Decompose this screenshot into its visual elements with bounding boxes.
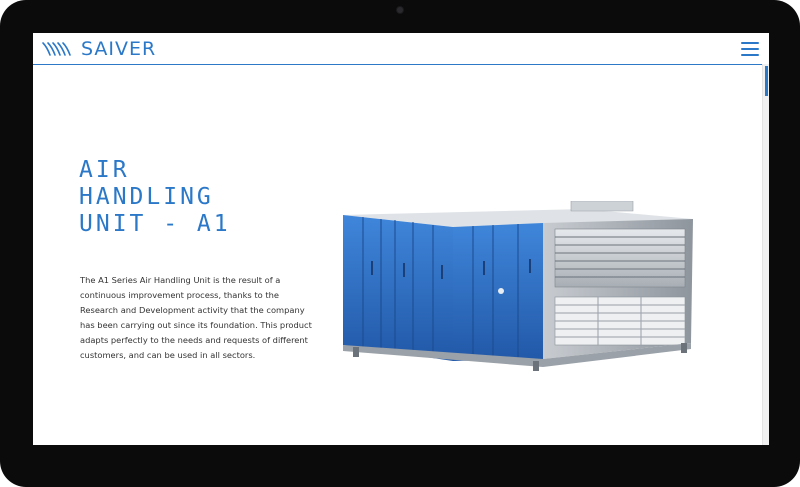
site-header: SAIVER <box>33 33 769 65</box>
product-description: The A1 Series Air Handling Unit is the r… <box>80 275 312 361</box>
scrollbar-track[interactable] <box>762 64 769 445</box>
title-line-2: HANDLING <box>79 184 214 210</box>
air-handling-unit-image <box>343 201 693 371</box>
tablet-frame: SAIVER AIR HANDLING UNIT - A1 The A1 Ser… <box>0 0 800 487</box>
scrollbar-thumb[interactable] <box>765 66 768 96</box>
brand-name: SAIVER <box>81 38 157 60</box>
title-line-3: UNIT - A1 <box>79 211 231 237</box>
screen: SAIVER AIR HANDLING UNIT - A1 The A1 Ser… <box>33 33 769 445</box>
logo[interactable]: SAIVER <box>41 38 156 60</box>
title-line-1: AIR <box>79 157 130 183</box>
page-title: AIR HANDLING UNIT - A1 <box>79 157 279 238</box>
hamburger-menu-icon[interactable] <box>741 42 759 56</box>
camera-icon <box>397 7 403 13</box>
saiver-logo-icon <box>42 42 71 56</box>
